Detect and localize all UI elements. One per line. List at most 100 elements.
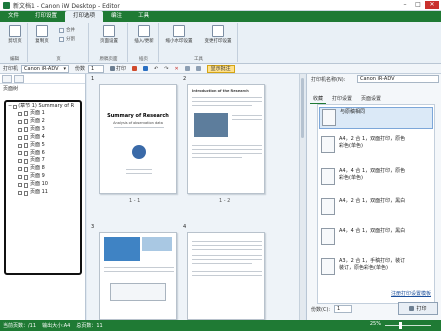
checkbox[interactable] — [18, 191, 22, 196]
preset-item[interactable]: A4，4 合 1，双面打印，原色 彩色(单色) — [319, 167, 433, 186]
undo-icon: ↶ — [154, 65, 159, 72]
print-settings-panel: 打印机名称(N): Canon iR-ADV 收藏 打印设置 页面设置 与原稿相… — [306, 74, 441, 320]
page-tree-panel: 页面树 − (章节 1) Summary of R 页面 1 页面 2 页面 3… — [0, 74, 86, 320]
change-print-settings-button[interactable]: 变更打印设置 — [200, 25, 236, 44]
thumbnail-subtitle: Analysis of observation data — [113, 121, 163, 125]
register-template-link[interactable]: 注册打印设置模板 — [391, 290, 431, 297]
pen-tool-button[interactable] — [132, 66, 138, 71]
tab-tools[interactable]: 工具 — [130, 11, 157, 22]
printer-name-select[interactable]: Canon iR-ADV — [357, 75, 439, 83]
tab-print-options[interactable]: 打印选项 — [65, 11, 104, 22]
tab-file[interactable]: 文件 — [0, 11, 27, 22]
annotate-tool-button[interactable] — [143, 66, 149, 71]
copies-stepper[interactable]: 1 — [334, 305, 352, 313]
tab-page-settings[interactable]: 页面设置 — [358, 94, 384, 104]
tree-page-item[interactable]: 页面 3 — [8, 126, 78, 134]
print-button[interactable]: 打印 — [110, 65, 126, 72]
ribbon: 剪切页 编辑 复制页 合并 分割 页 页面设置 原稿页面 插入/更新 插页 缩小… — [0, 22, 441, 64]
page-thumbnail[interactable]: Introduction of the Research — [187, 84, 265, 194]
view-button[interactable] — [195, 66, 201, 71]
tree-page-item[interactable]: 页面 9 — [8, 173, 78, 181]
text-line — [192, 263, 252, 264]
page-thumbnail[interactable] — [187, 232, 265, 320]
minimize-button[interactable]: – — [399, 1, 411, 9]
tree-page-item[interactable]: 页面 10 — [8, 181, 78, 189]
show-annotations-button[interactable]: 显示批注 — [206, 64, 235, 73]
checkbox[interactable] — [18, 183, 22, 188]
cut-page-button[interactable]: 剪切页 — [2, 25, 28, 44]
view-icon — [195, 66, 201, 71]
preset-item[interactable]: A3，2 合 1，手稿打印，装订 装订，原色彩色(单色) — [319, 257, 433, 276]
tree-page-item[interactable]: 页面 6 — [8, 150, 78, 158]
preset-item[interactable]: A4，2 合 1，双面打印，原色 彩色(单色) — [319, 135, 433, 154]
maximize-button[interactable]: □ — [412, 1, 424, 9]
page-setup-button[interactable]: 页面设置 — [96, 25, 122, 44]
page-tree-title: 页面树 — [3, 86, 19, 92]
preset-item[interactable]: 与原稿相同 — [319, 107, 433, 129]
checkbox[interactable] — [18, 151, 22, 156]
delete-button[interactable]: ✕ — [174, 66, 178, 72]
text-line — [104, 267, 174, 268]
scrollbar-thumb[interactable] — [301, 78, 304, 138]
page-icon — [24, 166, 28, 172]
split-button[interactable]: 分割 — [59, 36, 75, 42]
print-settings-icon — [212, 25, 224, 37]
tree-page-item[interactable]: 页面 8 — [8, 165, 78, 173]
zoom-slider-knob[interactable] — [399, 322, 402, 329]
tab-favorites[interactable]: 收藏 — [310, 94, 327, 104]
text-line — [114, 127, 164, 128]
watermark-icon — [173, 25, 185, 37]
text-line — [192, 101, 262, 102]
sort-button[interactable] — [184, 66, 190, 71]
close-button[interactable]: ✕ — [425, 1, 439, 9]
text-line — [192, 249, 262, 250]
copy-page-button[interactable]: 复制页 — [29, 25, 55, 44]
watermark-button[interactable]: 缩小水印设置 — [162, 25, 196, 44]
checkbox[interactable] — [18, 135, 22, 140]
vertical-scrollbar[interactable] — [299, 74, 305, 320]
copies-input[interactable]: 1 — [88, 64, 105, 73]
tree-page-item[interactable]: 页面 7 — [8, 157, 78, 165]
checkbox[interactable] — [18, 167, 22, 172]
tab-attachments[interactable] — [14, 75, 24, 83]
chevron-down-icon: ▾ — [63, 65, 67, 72]
page-icon — [24, 143, 28, 149]
tree-page-item[interactable]: 页面 5 — [8, 142, 78, 150]
tree-page-item[interactable]: 页面 11 — [8, 189, 78, 197]
title-bar: 新文档1 - Canon iW Desktop - Editor – □ ✕ — [0, 0, 441, 11]
tab-print-settings[interactable]: 打印设置 — [329, 94, 355, 104]
checkbox[interactable] — [18, 159, 22, 164]
checkbox[interactable] — [13, 104, 18, 109]
delete-icon: ✕ — [174, 65, 179, 72]
page-icon — [24, 182, 28, 188]
preset-item[interactable]: A4，2 合 1，双面打印，黑白 — [319, 197, 433, 216]
print-button[interactable]: 打印 — [398, 302, 438, 315]
tree-root-chapter[interactable]: − (章节 1) Summary of R — [8, 103, 78, 110]
page-caption: 1 - 2 — [219, 198, 231, 204]
preset-item[interactable]: A4，4 合 1，双面打印，黑白 — [319, 227, 433, 246]
insert-update-button[interactable]: 插入/更新 — [131, 25, 157, 44]
ribbon-group-label: 页 — [56, 57, 61, 62]
zoom-level: 25% — [369, 321, 381, 327]
tree-page-item[interactable]: 页面 2 — [8, 118, 78, 126]
page-thumbnail[interactable] — [99, 232, 177, 320]
zoom-slider[interactable] — [385, 322, 431, 329]
tree-page-item[interactable]: 页面 4 — [8, 134, 78, 142]
redo-button[interactable]: ↷ — [164, 66, 168, 72]
collapse-icon[interactable]: − — [8, 103, 12, 110]
page-icon — [24, 150, 28, 156]
checkbox[interactable] — [18, 127, 22, 132]
undo-button[interactable]: ↶ — [154, 66, 158, 72]
text-line — [192, 97, 262, 98]
tree-page-item[interactable]: 页面 1 — [8, 110, 78, 118]
checkbox[interactable] — [18, 143, 22, 148]
checkbox[interactable] — [18, 119, 22, 124]
checkbox[interactable] — [18, 111, 22, 116]
tab-page-tree[interactable] — [2, 75, 12, 83]
printer-combo[interactable]: Canon iR-ADV ▾ — [21, 64, 70, 73]
checkbox[interactable] — [18, 175, 22, 180]
merge-button[interactable]: 合并 — [59, 27, 75, 33]
tab-annotation[interactable]: 编注 — [103, 11, 130, 22]
tab-print-settings[interactable]: 打印设置 — [27, 11, 65, 22]
page-thumbnail[interactable]: Summary of Research Analysis of observat… — [99, 84, 177, 194]
